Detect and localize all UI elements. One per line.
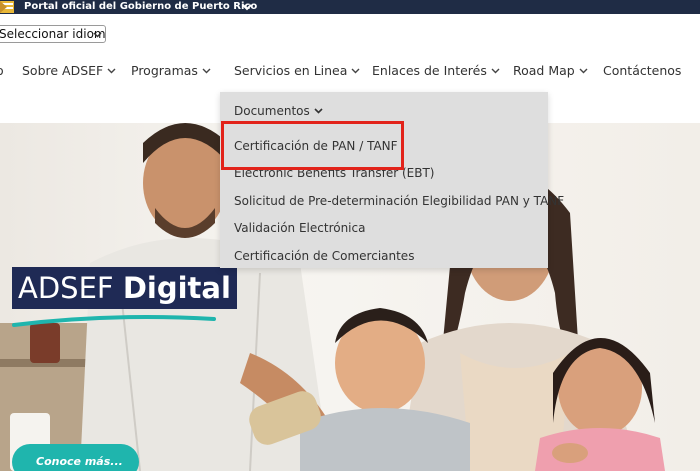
chevron-down-icon[interactable]	[241, 1, 253, 13]
brand-badge: ADSEF Digital	[12, 267, 237, 309]
dropdown-item-pre-determinacion[interactable]: Solicitud de Pre-determinación Elegibili…	[234, 190, 564, 212]
government-banner-text[interactable]: Portal oficial del Gobierno de Puerto Ri…	[24, 0, 257, 13]
brand-bold-text: Digital	[122, 271, 231, 305]
nav-item-label: Programas	[131, 63, 198, 78]
dropdown-item-certificacion-comerciantes[interactable]: Certificación de Comerciantes	[234, 245, 414, 267]
language-select[interactable]: Seleccionar idioma	[0, 25, 106, 43]
conoce-mas-button[interactable]: Conoce más...	[12, 444, 139, 471]
nav-item-sobre-adsef[interactable]: Sobre ADSEF	[22, 56, 116, 86]
chevron-down-icon	[314, 108, 323, 114]
nav-item-road-map[interactable]: Road Map	[513, 56, 588, 86]
nav-item-label: Sobre ADSEF	[22, 63, 104, 78]
flag-icon	[0, 1, 14, 13]
nav-item-programas[interactable]: Programas	[131, 56, 211, 86]
dropdown-item-validacion-electronica[interactable]: Validación Electrónica	[234, 217, 365, 239]
main-navigation: o Sobre ADSEF Programas Servicios en Lin…	[0, 56, 700, 86]
highlight-box	[221, 121, 404, 170]
nav-item-home[interactable]: o	[0, 56, 4, 86]
government-banner: Portal oficial del Gobierno de Puerto Ri…	[0, 0, 700, 14]
nav-item-label: Road Map	[513, 63, 575, 78]
servicios-dropdown-menu: Documentos Certificación de PAN / TANF E…	[220, 92, 564, 268]
nav-item-label: Servicios en Linea	[234, 63, 348, 78]
language-select-value: Seleccionar idioma	[0, 27, 106, 41]
brand-swoosh	[12, 315, 216, 327]
chevron-down-icon	[107, 68, 116, 74]
chevron-down-icon	[93, 32, 102, 38]
chevron-down-icon	[491, 68, 500, 74]
brand-light-text: ADSEF	[18, 271, 114, 305]
nav-item-label: Enlaces de Interés	[372, 63, 487, 78]
nav-item-label: Contáctenos	[603, 63, 682, 78]
dropdown-item-label: Documentos	[234, 104, 310, 118]
nav-item-enlaces-de-interes[interactable]: Enlaces de Interés	[372, 56, 500, 86]
chevron-down-icon	[579, 68, 588, 74]
chevron-down-icon	[351, 68, 360, 74]
nav-item-servicios-en-linea[interactable]: Servicios en Linea	[234, 56, 360, 86]
dropdown-item-documentos[interactable]: Documentos	[234, 100, 323, 122]
nav-item-contactenos[interactable]: Contáctenos	[603, 56, 681, 86]
chevron-down-icon	[202, 68, 211, 74]
